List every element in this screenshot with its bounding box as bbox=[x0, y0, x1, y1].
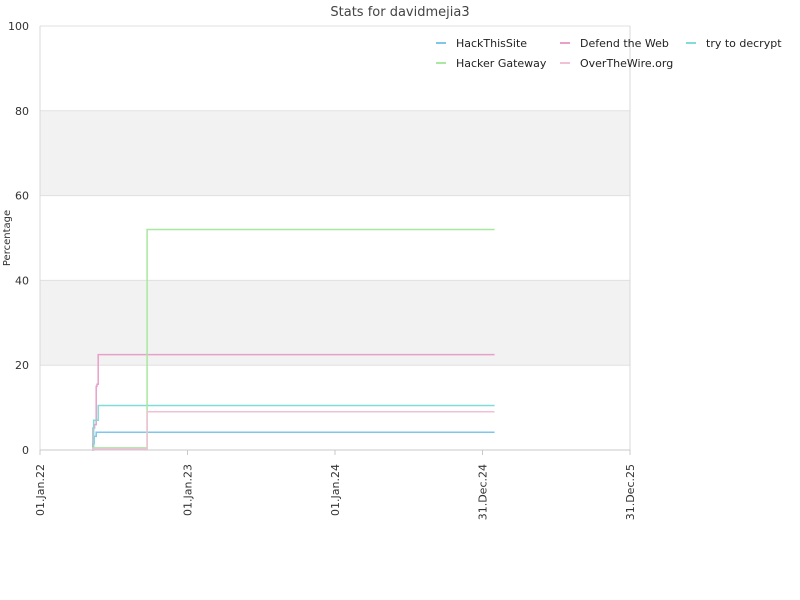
legend-label: try to decrypt bbox=[706, 37, 782, 50]
chart-title: Stats for davidmejia3 bbox=[330, 5, 469, 20]
series-line bbox=[92, 353, 495, 451]
legend-label: Defend the Web bbox=[580, 37, 669, 50]
series-line bbox=[92, 431, 495, 451]
x-tick-label: 01.Jan.24 bbox=[329, 464, 342, 516]
x-tick-label: 01.Jan.22 bbox=[34, 464, 47, 516]
x-tick-labels: 01.Jan.22 01.Jan.23 01.Jan.24 31.Dec.24 31.D… bbox=[34, 464, 637, 520]
y-tick-label: 20 bbox=[15, 359, 29, 372]
series-line bbox=[92, 411, 495, 451]
y-tick-label: 80 bbox=[15, 105, 29, 118]
y-axis-label: Percentage bbox=[2, 210, 13, 266]
x-tick-label: 31.Dec.24 bbox=[477, 464, 490, 520]
x-tick-label: 01.Jan.23 bbox=[182, 464, 195, 516]
plot-bands bbox=[40, 110, 630, 366]
plot-band bbox=[40, 110, 630, 196]
y-tick-label: 40 bbox=[15, 274, 29, 287]
grid-lines bbox=[40, 25, 630, 451]
x-tick-label: 31.Dec.25 bbox=[624, 464, 637, 520]
legend: HackThisSite Defend the Web try to decrypt… bbox=[436, 37, 782, 70]
legend-label: HackThisSite bbox=[456, 37, 527, 50]
y-tick-label: 100 bbox=[8, 20, 29, 33]
plot-band bbox=[40, 280, 630, 366]
legend-label: Hacker Gateway bbox=[456, 57, 547, 70]
y-tick-label: 0 bbox=[22, 444, 29, 457]
y-tick-label: 60 bbox=[15, 190, 29, 203]
chart: 0 20 40 60 80 100 01.Jan.22 01.Jan.23 01.Jan.24… bbox=[2, 5, 782, 520]
legend-label: OverTheWire.org bbox=[580, 57, 673, 70]
x-tick-marks bbox=[39, 450, 631, 455]
